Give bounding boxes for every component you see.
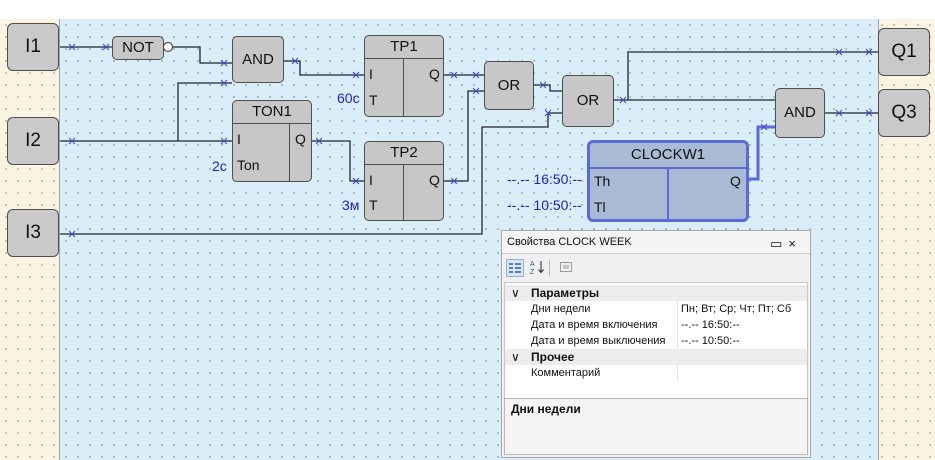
clock-pin-th: Th	[594, 173, 611, 189]
tp1-pin-t: T	[369, 92, 378, 108]
block-and1-label: AND	[242, 51, 274, 68]
ton1-pin-ton: Ton	[237, 157, 260, 173]
property-description: Дни недели	[504, 398, 808, 455]
properties-panel: Свойства CLOCK WEEK ▭× A Z ∨ Параметры Д…	[501, 230, 811, 458]
grid-divider	[677, 333, 678, 349]
wire-ton1-tp2	[312, 140, 364, 182]
sort-alphabetical-button[interactable]: A Z	[528, 259, 546, 277]
grid-divider	[677, 365, 678, 381]
block-tp2-title: TP2	[365, 142, 443, 165]
properties-panel-header: Свойства CLOCK WEEK ▭×	[502, 231, 810, 254]
not-inversion-circle	[162, 41, 174, 53]
block-not[interactable]: NOT	[112, 36, 164, 60]
ton1-pin-i: I	[237, 131, 241, 147]
block-clockw1-divider	[667, 167, 669, 219]
output-q1[interactable]: Q1	[878, 28, 930, 76]
block-ton1-title: TON1	[233, 101, 311, 124]
property-description-title: Дни недели	[511, 402, 581, 416]
property-row-off-time[interactable]: Дата и время выключения --.-- 10:50:--	[505, 333, 807, 349]
grid-divider	[677, 301, 678, 317]
property-row-on-time[interactable]: Дата и время включения --.-- 16:50:--	[505, 317, 807, 333]
output-q3[interactable]: Q3	[878, 89, 930, 137]
input-i3[interactable]: I3	[7, 209, 59, 257]
chevron-down-icon[interactable]: ∨	[511, 349, 520, 365]
block-or2-label: OR	[576, 92, 600, 109]
svg-text:A: A	[530, 261, 535, 268]
block-or2[interactable]: OR	[562, 75, 614, 127]
param-tp2-time[interactable]: 3м	[342, 197, 359, 213]
input-i1[interactable]: I1	[7, 23, 59, 71]
category-label: Прочее	[531, 350, 575, 364]
block-clockw1[interactable]: CLOCKW1 Th Tl Q	[587, 140, 749, 222]
block-not-label: NOT	[122, 39, 154, 56]
tp2-pin-i: I	[369, 172, 373, 188]
sort-az-icon: A Z	[530, 261, 544, 276]
properties-panel-title: Свойства CLOCK WEEK	[507, 236, 632, 248]
block-tp2-divider	[403, 164, 404, 220]
wire-or2-q1	[614, 51, 878, 101]
tp1-pin-q: Q	[429, 66, 440, 82]
category-row-parameters[interactable]: ∨ Параметры	[505, 285, 807, 301]
block-tp1-title: TP1	[365, 36, 443, 59]
wire-i2-and1	[177, 82, 232, 141]
param-ton1-time[interactable]: 2с	[212, 158, 227, 174]
categorized-icon	[509, 263, 521, 273]
block-tp1[interactable]: TP1 I T Q	[364, 35, 444, 117]
chevron-down-icon[interactable]: ∨	[511, 285, 520, 301]
category-label: Параметры	[531, 286, 600, 300]
wire-and1-tp1	[284, 60, 364, 76]
tp2-pin-t: T	[369, 197, 378, 213]
param-tp1-time[interactable]: 60с	[337, 90, 360, 106]
property-name: Дата и время выключения	[531, 335, 666, 347]
properties-toolbar: A Z	[502, 254, 810, 280]
property-value[interactable]: Пн; Вт; Ср; Чт; Пт; Сб	[681, 301, 791, 317]
wire-or1-or2	[534, 84, 562, 92]
categorized-view-button[interactable]	[506, 259, 524, 277]
property-row-comment[interactable]: Комментарий	[505, 365, 807, 381]
block-tp2[interactable]: TP2 I T Q	[364, 141, 444, 221]
block-or1[interactable]: OR	[484, 61, 534, 110]
property-name: Дни недели	[531, 303, 591, 315]
clock-pin-tl: Tl	[594, 199, 606, 215]
block-or1-label: OR	[497, 77, 521, 94]
close-icon[interactable]: ×	[788, 236, 802, 251]
property-value[interactable]: --.-- 16:50:--	[681, 317, 740, 333]
tp1-pin-i: I	[369, 66, 373, 82]
wire-tp2-or1	[444, 90, 484, 182]
grid-divider	[677, 317, 678, 333]
property-name: Комментарий	[531, 367, 601, 379]
toolbar-separator	[549, 260, 550, 276]
properties-panel-buttons: ▭×	[770, 233, 802, 255]
block-and2[interactable]: AND	[775, 88, 825, 138]
block-and1[interactable]: AND	[232, 36, 284, 83]
property-row-days[interactable]: Дни недели Пн; Вт; Ср; Чт; Пт; Сб	[505, 301, 807, 317]
svg-text:Z: Z	[530, 269, 535, 275]
param-clock-off[interactable]: --.-- 10:50:--	[507, 197, 582, 213]
property-pages-icon	[560, 262, 572, 272]
property-pages-button[interactable]	[557, 259, 575, 277]
wire-not-and1	[172, 46, 232, 64]
clock-pin-q: Q	[730, 173, 741, 189]
category-row-other[interactable]: ∨ Прочее	[505, 349, 807, 365]
block-ton1-divider	[289, 123, 290, 181]
property-name: Дата и время включения	[531, 319, 658, 331]
tp2-pin-q: Q	[429, 172, 440, 188]
input-i2[interactable]: I2	[7, 117, 59, 165]
param-clock-on[interactable]: --.-- 16:50:--	[507, 171, 582, 187]
wire-clock-and2	[748, 125, 775, 181]
block-and2-label: AND	[784, 104, 816, 121]
block-clockw1-title: CLOCKW1	[590, 143, 746, 169]
property-value[interactable]: --.-- 10:50:--	[681, 333, 740, 349]
ton1-pin-q: Q	[295, 131, 306, 147]
block-ton1[interactable]: TON1 I Ton Q	[232, 100, 312, 182]
pin-panel-icon[interactable]: ▭	[770, 236, 788, 251]
block-tp1-divider	[403, 58, 404, 116]
